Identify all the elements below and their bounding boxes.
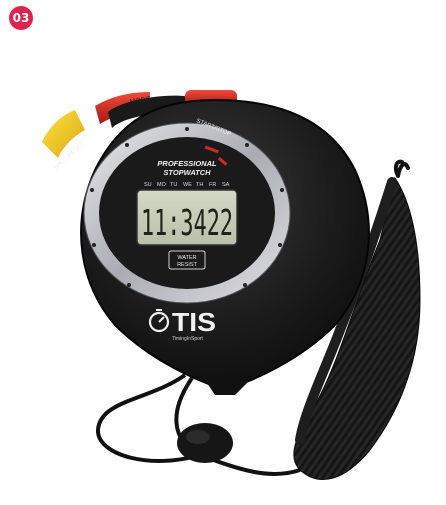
lcd-time-readout: 11:3422 (141, 203, 233, 244)
water-resist-line2: RESIST (177, 262, 198, 268)
day-label: WE (183, 182, 192, 188)
brand-tagline: TimingInSport (172, 336, 204, 342)
brand-name: TIS (172, 307, 216, 337)
day-label: FR (209, 182, 216, 188)
water-resist-line1: WATER (177, 255, 196, 261)
face-title-line2: STOPWATCH (163, 168, 211, 177)
day-label: SU (144, 182, 152, 188)
cord-lock (177, 423, 233, 463)
day-label: TU (170, 182, 177, 188)
day-label: MO (157, 182, 167, 188)
stopwatch-illustration: MODE SPLIT/RESET START/STOP PROFESSIONAL… (42, 90, 421, 480)
product-photo: 03 MODE SPLIT/RESET START/STOP PROFESSIO… (0, 0, 446, 505)
face-title-line1: PROFESSIONAL (157, 159, 217, 168)
day-label: SA (222, 182, 230, 188)
day-label: TH (196, 182, 203, 188)
